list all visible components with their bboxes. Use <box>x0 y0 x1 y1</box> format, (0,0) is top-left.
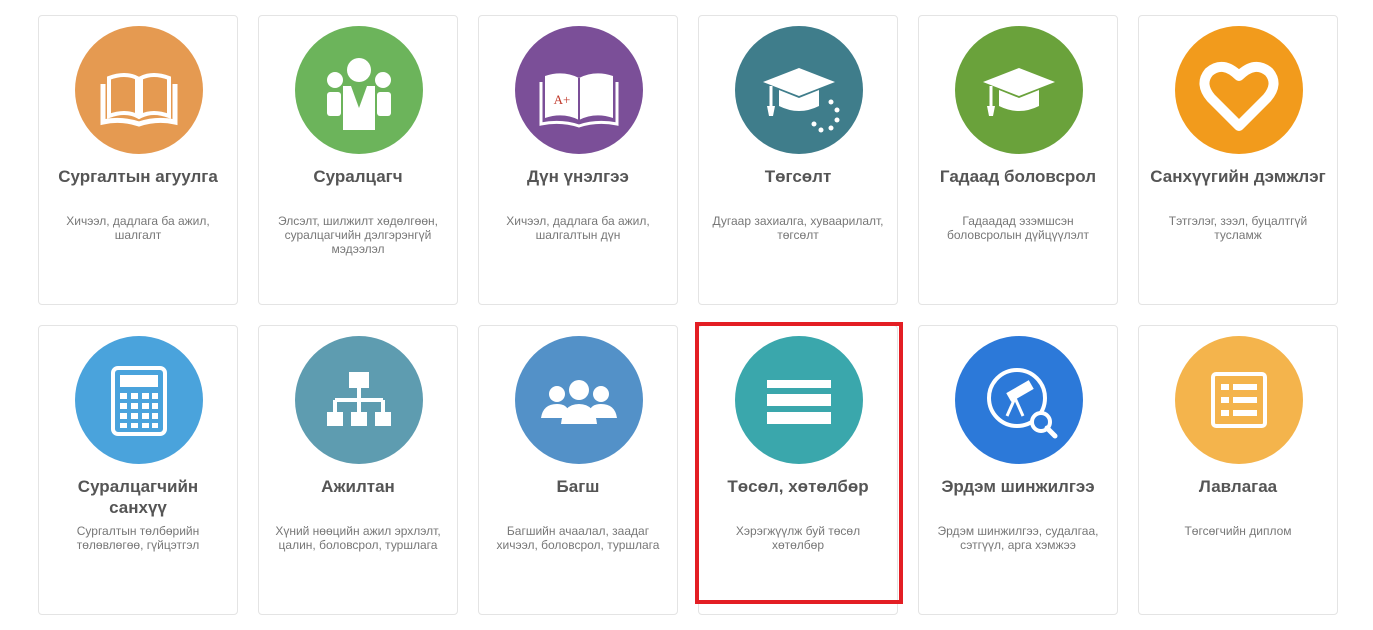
card-title: Суралцагч <box>313 167 403 186</box>
heart-icon <box>1175 26 1303 154</box>
card-description: Эрдэм шинжилгээ, судалгаа, сэтгүүл, арга… <box>937 524 1099 552</box>
card-description: Хэрэгжүүлж буй төсөл хөтөлбөр <box>735 524 861 552</box>
card-suraltsagchiin-sankhuu[interactable]: Суралцагчийн санхүү Сургалтын төлбөрийн … <box>38 325 238 615</box>
card-description: Дугаар захиалга, хуваарилалт, төгсөлт <box>712 214 884 242</box>
book-icon <box>75 26 203 154</box>
card-title: Төсөл, хөтөлбөр <box>727 477 869 496</box>
telescope-search-icon <box>955 336 1083 464</box>
card-title: Багш <box>556 477 600 496</box>
card-title: Эрдэм шинжилгээ <box>941 477 1095 496</box>
card-title: Дүн үнэлгээ <box>527 167 629 186</box>
card-description: Хичээл, дадлага ба ажил, шалгалт <box>66 214 210 242</box>
card-sankhuugiin-demjleg[interactable]: Санхүүгийн дэмжлэг Тэтгэлэг, зээл, буцал… <box>1138 15 1338 305</box>
card-description: Хүний нөөцийн ажил эрхлэлт, цалин, болов… <box>275 524 441 552</box>
card-suraltsagch[interactable]: Суралцагч Элсэлт, шилжилт хөдөлгөөн, сур… <box>258 15 458 305</box>
card-description: Тэтгэлэг, зээл, буцалтгүй тусламж <box>1168 214 1308 242</box>
grade-badge: A+ <box>554 92 571 107</box>
card-title: Санхүүгийн дэмжлэг <box>1150 167 1326 186</box>
card-title: Лавлагаа <box>1198 477 1278 496</box>
card-description: Багшийн ачаалал, заадаг хичээл, боловсро… <box>496 524 660 552</box>
card-tugsult[interactable]: Төгсөлт Дугаар захиалга, хуваарилалт, тө… <box>698 15 898 305</box>
card-description: Элсэлт, шилжилт хөдөлгөөн, суралцагчийн … <box>278 214 438 256</box>
graduation-cap-icon <box>955 26 1083 154</box>
server-list-icon <box>735 336 863 464</box>
card-gadaad-bolovsrol[interactable]: Гадаад боловсрол Гадаадад эзэмшсэн болов… <box>918 15 1118 305</box>
card-description: Хичээл, дадлага ба ажил, шалгалтын дүн <box>506 214 650 242</box>
card-tusul-khutulbur[interactable]: Төсөл, хөтөлбөр Хэрэгжүүлж буй төсөл хөт… <box>698 325 898 615</box>
reference-list-icon <box>1175 336 1303 464</box>
card-title: Суралцагчийн санхүү <box>77 477 199 517</box>
card-title: Ажилтан <box>321 477 395 496</box>
card-description: Сургалтын төлбөрийн төлөвлөгөө, гүйцэтгэ… <box>76 524 200 552</box>
card-description: Төгсөгчийн диплом <box>1184 524 1292 538</box>
card-title: Гадаад боловсрол <box>939 167 1097 186</box>
teachers-group-icon <box>515 336 643 464</box>
card-lavlagaa[interactable]: Лавлагаа Төгсөгчийн диплом <box>1138 325 1338 615</box>
card-dun-unelgee[interactable]: A+ Дүн үнэлгээ Хичээл, дадлага ба ажил, … <box>478 15 678 305</box>
card-surgaltyn-aguulga[interactable]: Сургалтын агуулга Хичээл, дадлага ба ажи… <box>38 15 238 305</box>
card-description: Гадаадад эзэмшсэн боловсролын дүйцүүлэлт <box>947 214 1089 242</box>
card-erdem-shinjilgee[interactable]: Эрдэм шинжилгээ Эрдэм шинжилгээ, судалга… <box>918 325 1118 615</box>
card-ajiltan[interactable]: Ажилтан Хүний нөөцийн ажил эрхлэлт, цали… <box>258 325 458 615</box>
card-title: Төгсөлт <box>764 167 832 186</box>
grade-book-icon: A+ <box>515 26 643 154</box>
graduation-cap-loading-icon <box>735 26 863 154</box>
calculator-icon <box>75 336 203 464</box>
card-title: Сургалтын агуулга <box>58 167 218 186</box>
org-chart-icon <box>295 336 423 464</box>
card-bagsh[interactable]: Багш Багшийн ачаалал, заадаг хичээл, бол… <box>478 325 678 615</box>
students-icon <box>295 26 423 154</box>
